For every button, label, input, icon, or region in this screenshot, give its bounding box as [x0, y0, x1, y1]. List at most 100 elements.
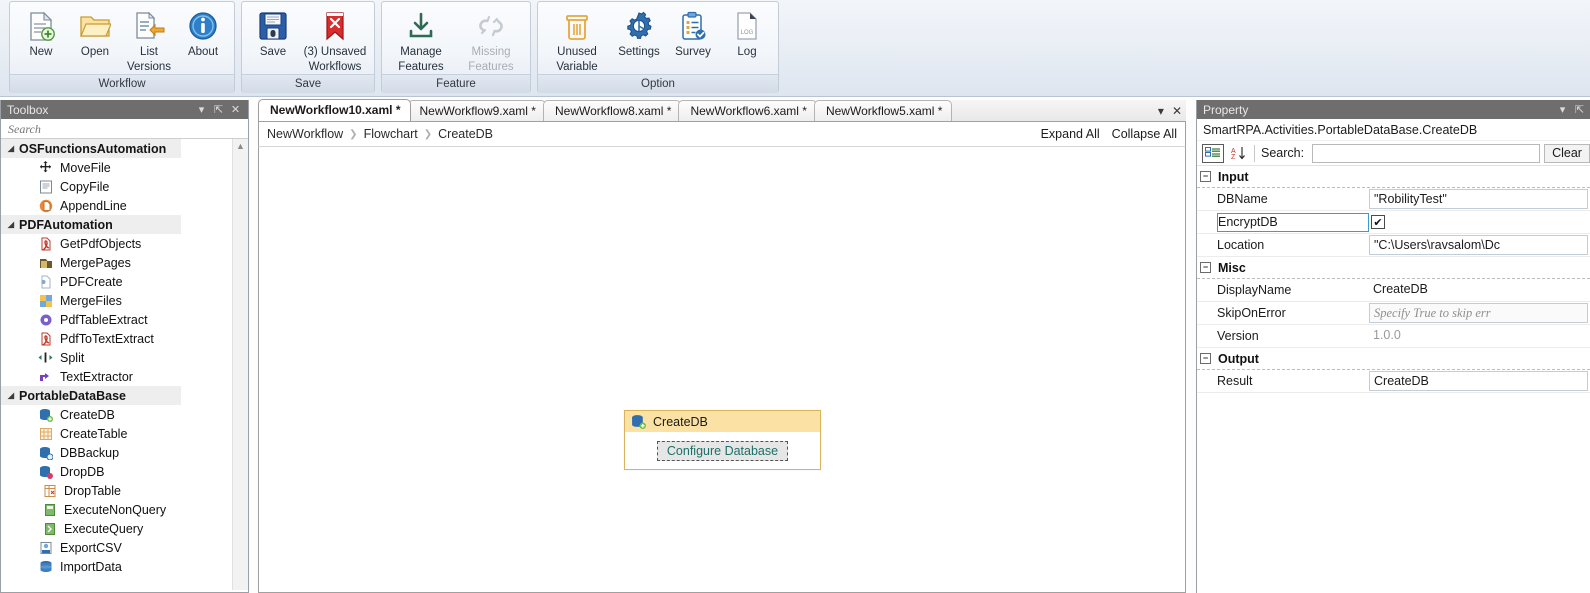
property-section-input[interactable]: − Input: [1197, 166, 1590, 188]
property-search-input[interactable]: [1312, 143, 1540, 163]
displayname-field[interactable]: CreateDB: [1369, 280, 1588, 300]
toolbox-item-label: PdfTableExtract: [60, 312, 148, 327]
property-name: Location: [1217, 238, 1265, 252]
settings-button-label: Settings: [618, 46, 660, 58]
settings-button[interactable]: Settings: [612, 6, 666, 59]
broken-link-icon: [476, 9, 506, 43]
unused-variable-button[interactable]: Unused Variable: [542, 6, 612, 74]
encryptdb-checkbox[interactable]: ✔: [1371, 215, 1385, 229]
toolbox-category-pdfautomation[interactable]: ◢ PDFAutomation: [1, 215, 181, 234]
tab-label: NewWorkflow10.xaml *: [270, 103, 401, 117]
toolbox-category-osfunctionsautomation[interactable]: ◢ OSFunctionsAutomation: [1, 139, 181, 158]
list-versions-button[interactable]: List Versions: [122, 6, 176, 74]
toolbox-panel: Toolbox ▾ ⇱ ✕ ◢ OSFunctionsAutomation Mo…: [0, 100, 249, 593]
toolbox-item-exportcsv[interactable]: ExportCSV: [1, 538, 233, 557]
scroll-up-arrow-icon[interactable]: ▲: [233, 139, 248, 154]
breadcrumb-item-newworkflow[interactable]: NewWorkflow: [267, 127, 343, 141]
collapse-box-icon[interactable]: −: [1200, 171, 1211, 182]
chevron-down-icon[interactable]: ▾: [193, 103, 210, 116]
toolbox-item-droptable[interactable]: DropTable: [1, 481, 233, 500]
dbname-field[interactable]: "RobilityTest": [1369, 189, 1588, 209]
open-button-label: Open: [80, 46, 110, 58]
log-file-icon: LOG: [734, 9, 760, 43]
collapse-all-button[interactable]: Collapse All: [1112, 127, 1177, 141]
toolbox-item-appendline[interactable]: AppendLine: [1, 196, 233, 215]
toolbox-item-mergepages[interactable]: MergePages: [1, 253, 233, 272]
toolbox-item-mergefiles[interactable]: MergeFiles: [1, 291, 233, 310]
gear-icon: [624, 9, 654, 43]
about-button-label: About: [187, 46, 219, 58]
toolbox-scrollbar[interactable]: ▲: [232, 139, 248, 590]
expand-all-button[interactable]: Expand All: [1041, 127, 1100, 141]
property-section-label: Input: [1218, 169, 1249, 184]
tab-newworkflow6[interactable]: NewWorkflow6.xaml *: [678, 100, 817, 121]
configure-database-button[interactable]: Configure Database: [656, 440, 789, 461]
unsaved-workflows-label-line1: (3) Unsaved: [303, 46, 367, 58]
clear-button[interactable]: Clear: [1544, 143, 1590, 163]
categorized-view-icon[interactable]: [1202, 143, 1224, 163]
text-extractor-icon: [37, 369, 54, 384]
close-icon[interactable]: ✕: [1172, 104, 1182, 118]
toolbox-item-label: ImportData: [60, 559, 122, 574]
toolbox-item-pdftotextextract[interactable]: PdfToTextExtract: [1, 329, 233, 348]
location-field[interactable]: "C:\Users\ravsalom\Dc: [1369, 235, 1588, 255]
append-line-icon: [37, 198, 54, 213]
skiponerror-field[interactable]: Specify True to skip err: [1369, 303, 1588, 323]
toolbox-item-createtable[interactable]: CreateTable: [1, 424, 233, 443]
expander-triangle-icon: ◢: [7, 220, 15, 229]
sort-alpha-icon[interactable]: A Z: [1228, 144, 1248, 163]
pin-icon[interactable]: ⇱: [1571, 103, 1588, 116]
about-button[interactable]: About: [176, 6, 230, 59]
collapse-box-icon[interactable]: −: [1200, 262, 1211, 273]
toolbox-item-split[interactable]: Split: [1, 348, 233, 367]
pin-icon[interactable]: ⇱: [210, 103, 227, 116]
toolbox-item-pdfcreate[interactable]: PDFCreate: [1, 272, 233, 291]
tab-newworkflow9[interactable]: NewWorkflow9.xaml *: [407, 100, 546, 121]
chevron-down-icon[interactable]: ▾: [1158, 104, 1164, 118]
toolbox-item-dropdb[interactable]: DropDB: [1, 462, 233, 481]
tab-newworkflow10[interactable]: NewWorkflow10.xaml *: [258, 99, 411, 121]
search-input[interactable]: [6, 120, 243, 138]
missing-features-button[interactable]: Missing Features: [456, 6, 526, 74]
ribbon-groups: New Open List Versions About Workflow Sa…: [0, 0, 1590, 97]
toolbox-item-createdb[interactable]: CreateDB: [1, 405, 233, 424]
toolbox-item-label: ExportCSV: [60, 540, 122, 555]
property-name: DisplayName: [1217, 283, 1292, 297]
property-name: Result: [1217, 374, 1253, 388]
chevron-down-icon[interactable]: ▾: [1554, 103, 1571, 116]
expander-triangle-icon: ◢: [7, 391, 15, 400]
property-section-output[interactable]: − Output: [1197, 348, 1590, 370]
new-button[interactable]: New: [14, 6, 68, 59]
survey-button[interactable]: Survey: [666, 6, 720, 59]
import-data-icon: [37, 559, 54, 574]
tab-newworkflow8[interactable]: NewWorkflow8.xaml *: [542, 100, 682, 121]
toolbox-item-executequery[interactable]: ExecuteQuery: [1, 519, 233, 538]
log-button-label: Log: [737, 46, 757, 58]
toolbox-item-pdftableextract[interactable]: PdfTableExtract: [1, 310, 233, 329]
tab-newworkflow5[interactable]: NewWorkflow5.xaml *: [813, 100, 953, 121]
toolbox-item-textextractor[interactable]: TextExtractor: [1, 367, 233, 386]
open-button[interactable]: Open: [68, 6, 122, 59]
close-icon[interactable]: ✕: [227, 103, 244, 116]
create-db-icon: [37, 407, 54, 422]
unsaved-workflows-button[interactable]: (3) Unsaved Workflows: [300, 6, 370, 74]
breadcrumb-item-flowchart[interactable]: Flowchart: [364, 127, 418, 141]
flowchart-canvas[interactable]: CreateDB Configure Database: [258, 147, 1186, 593]
property-section-misc[interactable]: − Misc: [1197, 257, 1590, 279]
activity-node-header: CreateDB: [625, 411, 820, 432]
toolbox-item-executenonquery[interactable]: ExecuteNonQuery: [1, 500, 233, 519]
breadcrumb-item-createdb[interactable]: CreateDB: [438, 127, 493, 141]
toolbox-item-movefile[interactable]: MoveFile: [1, 158, 233, 177]
save-button[interactable]: Save: [246, 6, 300, 59]
collapse-box-icon[interactable]: −: [1200, 353, 1211, 364]
toolbox-category-portabledatabase[interactable]: ◢ PortableDataBase: [1, 386, 181, 405]
toolbox-item-getpdfobjects[interactable]: GetPdfObjects: [1, 234, 233, 253]
ribbon-toolbar: New Open List Versions About Workflow Sa…: [0, 0, 1590, 97]
toolbox-item-importdata[interactable]: ImportData: [1, 557, 233, 576]
toolbox-item-copyfile[interactable]: CopyFile: [1, 177, 233, 196]
activity-node-createdb[interactable]: CreateDB Configure Database: [624, 410, 821, 470]
result-field[interactable]: CreateDB: [1369, 371, 1588, 391]
log-button[interactable]: LOG Log: [720, 6, 774, 59]
manage-features-button[interactable]: Manage Features: [386, 6, 456, 74]
toolbox-item-dbbackup[interactable]: DBBackup: [1, 443, 233, 462]
